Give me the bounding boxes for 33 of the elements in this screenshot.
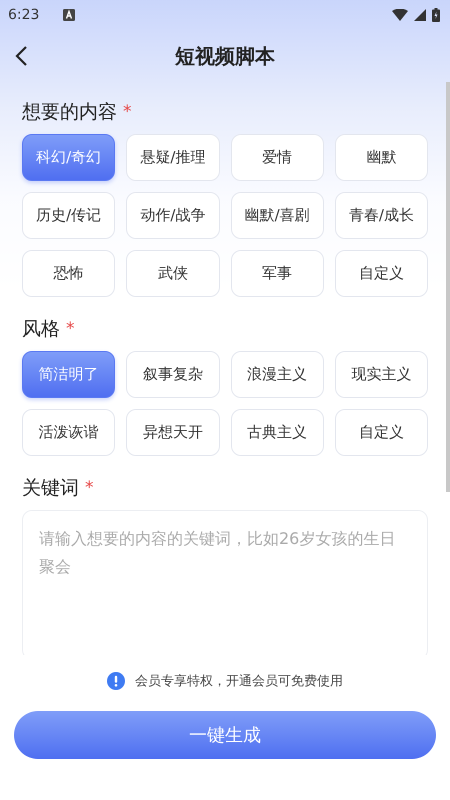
- section-title: 风格: [22, 317, 60, 342]
- option-chip[interactable]: 悬疑/推理: [126, 134, 220, 181]
- option-chip[interactable]: 青春/成长: [334, 192, 428, 239]
- keywords-field[interactable]: 请输入想要的内容的关键词，比如26岁女孩的生日聚会: [22, 510, 428, 655]
- option-chip[interactable]: 叙事复杂: [126, 351, 220, 398]
- option-chip[interactable]: 异想天开: [126, 409, 220, 456]
- status-time: 6:23: [8, 7, 40, 23]
- option-chip[interactable]: 动作/战争: [126, 192, 220, 239]
- notification-icon: [63, 9, 76, 21]
- battery-icon: [432, 8, 440, 22]
- required-mark: *: [85, 478, 94, 498]
- option-chip[interactable]: 军事: [230, 250, 324, 297]
- section-title: 关键词: [22, 476, 79, 501]
- required-mark: *: [123, 102, 132, 122]
- option-chip[interactable]: 现实主义: [334, 351, 428, 398]
- option-chip[interactable]: 浪漫主义: [230, 351, 324, 398]
- wifi-icon: [392, 9, 408, 21]
- section-title: 想要的内容: [22, 100, 117, 125]
- option-chip[interactable]: 自定义: [334, 250, 428, 297]
- info-icon: [107, 672, 125, 690]
- option-chip[interactable]: 幽默/喜剧: [230, 192, 324, 239]
- option-chip[interactable]: 幽默: [334, 134, 428, 181]
- required-mark: *: [66, 319, 74, 339]
- page-title: 短视频脚本: [175, 42, 275, 70]
- option-chip[interactable]: 自定义: [334, 409, 428, 456]
- option-chip[interactable]: 古典主义: [230, 409, 324, 456]
- option-chip[interactable]: 历史/传记: [22, 192, 116, 239]
- notice-text: 会员专享特权，开通会员可免费使用: [135, 673, 343, 690]
- signal-icon: [414, 9, 426, 21]
- option-chip[interactable]: 爱情: [230, 134, 324, 181]
- option-chip[interactable]: 活泼诙谐: [22, 409, 116, 456]
- option-chip[interactable]: 恐怖: [22, 250, 116, 297]
- option-chip[interactable]: 武侠: [126, 250, 220, 297]
